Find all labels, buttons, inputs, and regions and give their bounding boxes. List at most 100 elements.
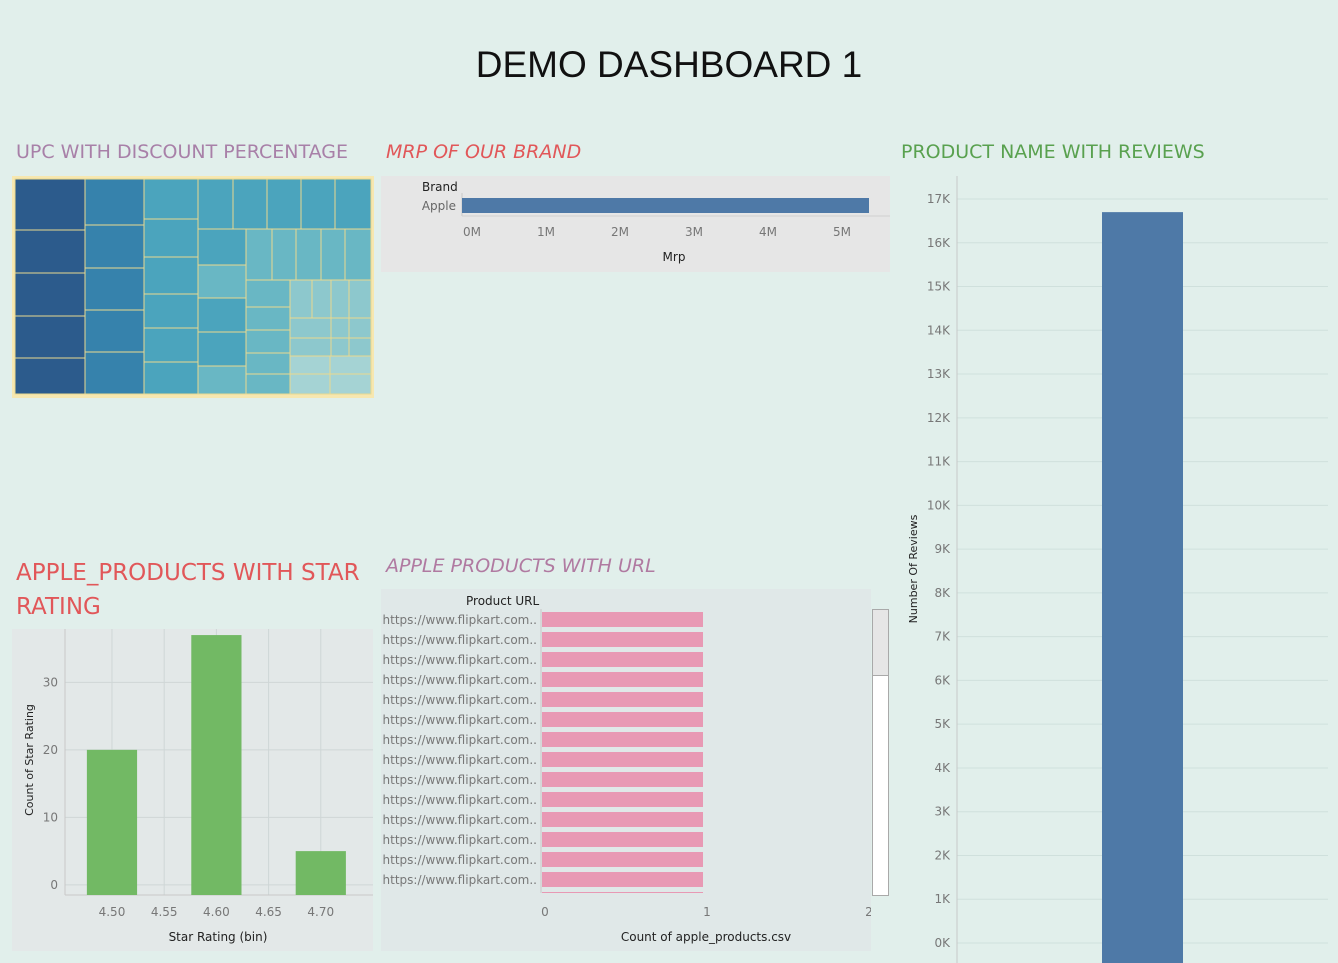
- reviews-bar[interactable]: [1102, 212, 1183, 963]
- treemap-cell[interactable]: [329, 373, 372, 395]
- url-bar[interactable]: [542, 872, 703, 887]
- url-bar[interactable]: [542, 792, 703, 807]
- url-bar[interactable]: [542, 852, 703, 867]
- url-category-label: https://www.flipkart.com..: [383, 633, 537, 647]
- treemap-cell[interactable]: [197, 331, 247, 367]
- url-scrollbar[interactable]: [872, 609, 889, 896]
- treemap-cell[interactable]: [143, 178, 199, 220]
- rating-y-axis-label: Count of Star Rating: [23, 704, 36, 816]
- treemap-cell[interactable]: [334, 178, 372, 230]
- rating-title-line1: APPLE_PRODUCTS WITH STAR: [16, 560, 360, 586]
- treemap-cell[interactable]: [348, 279, 372, 319]
- rating-x-tick-label: 4.65: [255, 905, 282, 919]
- treemap-cell[interactable]: [143, 327, 199, 363]
- rating-bar[interactable]: [295, 851, 346, 895]
- treemap-cell[interactable]: [197, 297, 247, 333]
- treemap-cell[interactable]: [289, 337, 332, 357]
- treemap-cell[interactable]: [245, 352, 291, 375]
- url-x-tick-label: 1: [703, 905, 711, 919]
- treemap-cell[interactable]: [14, 178, 86, 231]
- treemap-cell[interactable]: [311, 279, 332, 319]
- treemap-cell[interactable]: [84, 267, 145, 311]
- treemap-cell[interactable]: [197, 228, 247, 266]
- treemap-cell[interactable]: [289, 317, 332, 339]
- reviews-y-tick-label: 0K: [934, 936, 951, 950]
- rating-bar[interactable]: [86, 749, 138, 895]
- url-bar[interactable]: [542, 612, 703, 627]
- treemap-cell[interactable]: [266, 178, 302, 230]
- treemap-cell[interactable]: [245, 279, 291, 308]
- treemap-cell[interactable]: [289, 373, 331, 395]
- treemap-cell[interactable]: [348, 337, 372, 357]
- treemap-cell[interactable]: [330, 337, 350, 357]
- treemap-cell[interactable]: [330, 279, 350, 319]
- rating-x-tick-label: 4.70: [307, 905, 334, 919]
- treemap-cell[interactable]: [245, 329, 291, 354]
- treemap-cell[interactable]: [143, 293, 199, 329]
- treemap-cell[interactable]: [14, 357, 86, 395]
- reviews-y-tick-label: 11K: [927, 455, 951, 469]
- url-bar[interactable]: [542, 772, 703, 787]
- treemap-cell[interactable]: [295, 228, 322, 281]
- treemap-cell[interactable]: [348, 317, 372, 339]
- url-x-tick-label: 2: [865, 905, 871, 919]
- treemap-cell[interactable]: [14, 315, 86, 359]
- rating-bar[interactable]: [191, 635, 242, 895]
- url-bar[interactable]: [542, 672, 703, 687]
- url-bar[interactable]: [542, 692, 703, 707]
- treemap-cell[interactable]: [344, 228, 372, 281]
- url-scrollbar-thumb[interactable]: [873, 610, 888, 676]
- treemap-cell[interactable]: [197, 264, 247, 299]
- treemap-cell[interactable]: [271, 228, 297, 281]
- treemap-cell[interactable]: [330, 317, 350, 339]
- mrp-x-tick-label: 5M: [833, 225, 851, 239]
- url-bar[interactable]: [542, 652, 703, 667]
- reviews-y-axis-label: Number Of Reviews: [907, 514, 920, 623]
- treemap-cell[interactable]: [143, 361, 199, 395]
- url-bar[interactable]: [542, 732, 703, 747]
- reviews-y-tick-label: 10K: [927, 498, 951, 512]
- reviews-y-tick-label: 17K: [927, 192, 951, 206]
- rating-y-tick-label: 20: [43, 743, 58, 757]
- treemap-cell[interactable]: [320, 228, 346, 281]
- treemap-cell[interactable]: [245, 228, 273, 281]
- reviews-y-tick-label: 1K: [934, 892, 951, 906]
- treemap-cell[interactable]: [300, 178, 336, 230]
- treemap-cell[interactable]: [289, 279, 313, 319]
- treemap-cell[interactable]: [84, 224, 145, 269]
- url-bar[interactable]: [542, 632, 703, 647]
- url-bar[interactable]: [542, 832, 703, 847]
- treemap-cell[interactable]: [143, 256, 199, 295]
- treemap-cell[interactable]: [143, 218, 199, 258]
- url-category-label: https://www.flipkart.com..: [383, 693, 537, 707]
- treemap-cell[interactable]: [329, 355, 372, 375]
- treemap-cell[interactable]: [197, 178, 234, 230]
- treemap-cell[interactable]: [84, 309, 145, 353]
- url-bar[interactable]: [542, 812, 703, 827]
- url-bar[interactable]: [542, 712, 703, 727]
- mrp-x-tick-label: 0M: [463, 225, 481, 239]
- mrp-bar-apple[interactable]: [462, 198, 869, 213]
- treemap-cell[interactable]: [245, 306, 291, 331]
- rating-title: APPLE_PRODUCTS WITH STAR RATING: [16, 556, 360, 624]
- treemap-cell[interactable]: [84, 178, 145, 226]
- url-category-label: https://www.flipkart.com..: [383, 753, 537, 767]
- treemap-cell[interactable]: [245, 373, 291, 395]
- treemap-chart: [12, 176, 374, 398]
- treemap-cell[interactable]: [232, 178, 268, 230]
- rating-title-line2: RATING: [16, 594, 101, 620]
- url-category-label: https://www.flipkart.com..: [383, 713, 537, 727]
- rating-chart: 0 10 20 30 4.50 4.55 4.60 4.65 4.70 Star Rating…: [12, 629, 373, 951]
- url-bar[interactable]: [542, 752, 703, 767]
- treemap-cell[interactable]: [289, 355, 331, 375]
- reviews-y-tick-label: 16K: [927, 236, 951, 250]
- rating-x-tick-label: 4.50: [99, 905, 126, 919]
- reviews-y-tick-label: 3K: [934, 805, 951, 819]
- url-category-label: https://www.flipkart.com..: [383, 653, 537, 667]
- treemap-cell[interactable]: [14, 272, 86, 317]
- treemap-cells: [14, 178, 372, 395]
- treemap-cell[interactable]: [14, 229, 86, 274]
- treemap-cell[interactable]: [197, 365, 247, 395]
- reviews-y-tick-label: 15K: [927, 280, 951, 294]
- treemap-cell[interactable]: [84, 351, 145, 395]
